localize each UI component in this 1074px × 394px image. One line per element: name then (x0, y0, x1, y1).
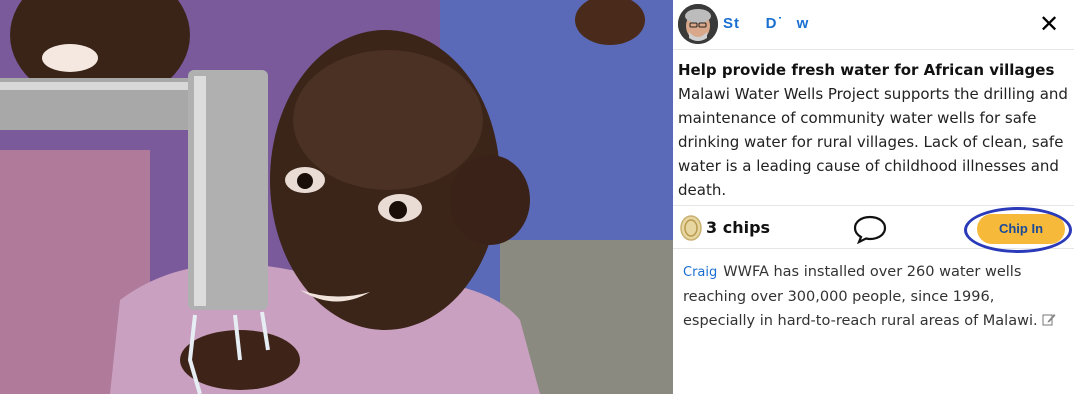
author-name[interactable]: St D˙ w (723, 15, 809, 32)
avatar-photo (678, 4, 718, 44)
pencil-edit-icon[interactable] (1042, 312, 1056, 326)
panel-header: St D˙ w ✕ (673, 0, 1074, 50)
project-headline: Help provide fresh water for African vil… (678, 61, 1055, 79)
speech-bubble-icon[interactable] (853, 214, 887, 244)
project-description: Help provide fresh water for African vil… (678, 58, 1068, 202)
comment-text: WWFA has installed over 260 water wells … (683, 264, 1038, 329)
comment: Craig WWFA has installed over 260 water w… (683, 260, 1071, 333)
project-detail-panel: St D˙ w ✕ Help provide fresh water for A… (673, 0, 1074, 394)
child-drinking-water-image (0, 0, 673, 394)
chip-coin-icon (680, 215, 702, 241)
close-icon: ✕ (1038, 10, 1060, 38)
project-photo (0, 0, 673, 394)
comment-author-link[interactable]: Craig (683, 265, 717, 280)
project-body: Malawi Water Wells Project supports the … (678, 85, 1068, 199)
avatar[interactable] (678, 4, 718, 44)
close-button[interactable]: ✕ (1038, 12, 1060, 36)
action-bar: 3 chips Chip In (673, 205, 1074, 253)
chip-in-button[interactable]: Chip In (977, 214, 1065, 244)
chip-count: 3 chips (706, 218, 771, 237)
